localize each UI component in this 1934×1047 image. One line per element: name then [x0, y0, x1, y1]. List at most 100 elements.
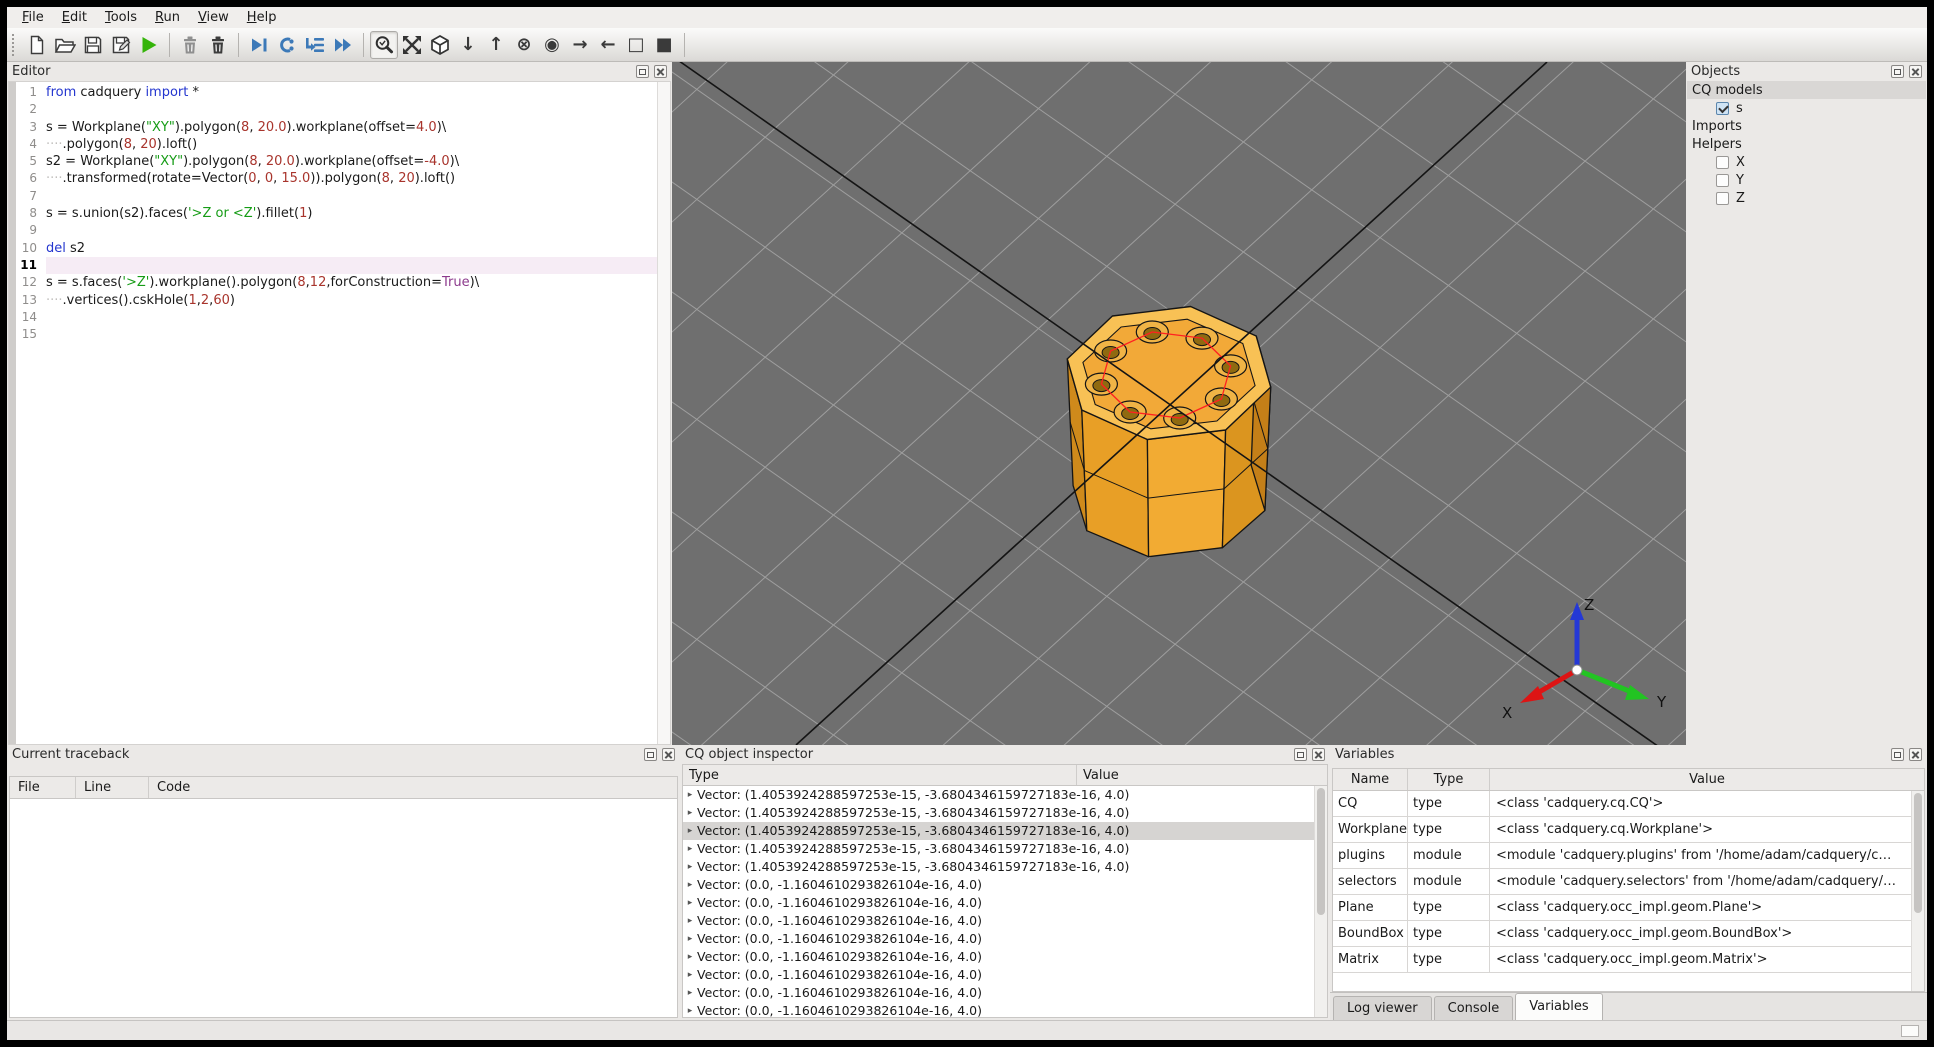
- objects-close-button[interactable]: [1909, 65, 1922, 78]
- inspector-row[interactable]: ▸ Vector: (1.4053924288597253e-15, -3.680…: [683, 822, 1314, 840]
- inspector-col-type[interactable]: Type: [683, 765, 1077, 785]
- variables-col-value[interactable]: Value: [1490, 769, 1924, 790]
- variables-col-name[interactable]: Name: [1333, 769, 1408, 790]
- inspector-row[interactable]: ▸ Vector: (0.0, -1.1604610293826104e-16, …: [683, 966, 1314, 984]
- menu-help[interactable]: Help: [238, 8, 286, 27]
- inspector-row[interactable]: ▸ Vector: (0.0, -1.1604610293826104e-16, …: [683, 912, 1314, 930]
- save-button[interactable]: [79, 31, 107, 59]
- inspector-row[interactable]: ▸ Vector: (1.4053924288597253e-15, -3.680…: [683, 786, 1314, 804]
- variables-close-button[interactable]: [1909, 748, 1922, 761]
- traceback-col-file[interactable]: File: [10, 777, 76, 798]
- variable-row[interactable]: plugins module <module 'cadquery.plugins' …: [1333, 843, 1924, 869]
- variable-row[interactable]: CQ type <class 'cadquery.cq.CQ'>: [1333, 791, 1924, 817]
- expand-arrow-icon[interactable]: ▸: [683, 894, 697, 912]
- editor-vertical-scrollbar[interactable]: [657, 82, 670, 744]
- wireframe-button[interactable]: □: [622, 31, 650, 59]
- inspector-row[interactable]: ▸ Vector: (1.4053924288597253e-15, -3.680…: [683, 858, 1314, 876]
- new-file-button[interactable]: [23, 31, 51, 59]
- save-as-button[interactable]: [107, 31, 135, 59]
- menu-file[interactable]: File: [13, 8, 53, 27]
- variable-row[interactable]: Workplane type <class 'cadquery.cq.Workpla…: [1333, 817, 1924, 843]
- expand-arrow-icon[interactable]: ▸: [683, 984, 697, 1002]
- code-editor[interactable]: 1 from cadquery import * 2 3 s = Workplane("…: [8, 81, 671, 745]
- variable-row[interactable]: BoundBox type <class 'cadquery.occ_impl.ge…: [1333, 921, 1924, 947]
- objects-item-z[interactable]: Z: [1687, 189, 1926, 207]
- traceback-col-line[interactable]: Line: [76, 777, 149, 798]
- debug-continue-button[interactable]: [329, 31, 357, 59]
- fit-all-button[interactable]: [398, 31, 426, 59]
- variables-scrollbar-thumb[interactable]: [1914, 793, 1922, 913]
- inspector-row[interactable]: ▸ Vector: (0.0, -1.1604610293826104e-16, …: [683, 984, 1314, 1002]
- debug-run-button[interactable]: [245, 31, 273, 59]
- inspector-row[interactable]: ▸ Vector: (1.4053924288597253e-15, -3.680…: [683, 840, 1314, 858]
- menu-view[interactable]: View: [189, 8, 238, 27]
- variable-row[interactable]: selectors module <module 'cadquery.selecto…: [1333, 869, 1924, 895]
- clean-console-button[interactable]: [176, 31, 204, 59]
- toolbar-drag-handle[interactable]: [12, 33, 18, 56]
- inspector-col-value[interactable]: Value: [1077, 765, 1327, 785]
- menu-tools[interactable]: Tools: [96, 8, 146, 27]
- tab-console[interactable]: Console: [1433, 996, 1514, 1020]
- editor-float-button[interactable]: [636, 65, 649, 78]
- traceback-col-code[interactable]: Code: [149, 777, 677, 798]
- checkbox-z[interactable]: [1716, 191, 1729, 205]
- checkbox-x[interactable]: [1716, 155, 1729, 169]
- checkbox-y[interactable]: [1716, 173, 1729, 187]
- inspector-row[interactable]: ▸ Vector: (0.0, -1.1604610293826104e-16, …: [683, 876, 1314, 894]
- inspector-float-button[interactable]: [1294, 748, 1307, 761]
- objects-group-imports[interactable]: Imports: [1687, 117, 1926, 135]
- debug-step-into-button[interactable]: [301, 31, 329, 59]
- view-front-button[interactable]: ⊗: [510, 31, 538, 59]
- expand-arrow-icon[interactable]: ▸: [683, 912, 697, 930]
- iso-view-button[interactable]: [426, 31, 454, 59]
- shaded-button[interactable]: ■: [650, 31, 678, 59]
- inspector-close-button[interactable]: [1312, 748, 1325, 761]
- variables-float-button[interactable]: [1891, 748, 1904, 761]
- editor-close-button[interactable]: [654, 65, 667, 78]
- debug-step-button[interactable]: [273, 31, 301, 59]
- inspector-scrollbar[interactable]: [1314, 786, 1327, 1017]
- expand-arrow-icon[interactable]: ▸: [683, 858, 697, 876]
- inspector-row[interactable]: ▸ Vector: (0.0, -1.1604610293826104e-16, …: [683, 948, 1314, 966]
- expand-arrow-icon[interactable]: ▸: [683, 822, 697, 840]
- checkbox-s[interactable]: [1716, 101, 1729, 115]
- objects-item-x[interactable]: X: [1687, 153, 1926, 171]
- viewport-canvas[interactable]: Z X Y: [672, 62, 1686, 745]
- open-file-button[interactable]: [51, 31, 79, 59]
- variable-row[interactable]: Plane type <class 'cadquery.occ_impl.geom.…: [1333, 895, 1924, 921]
- render-run-button[interactable]: [135, 31, 163, 59]
- expand-arrow-icon[interactable]: ▸: [683, 876, 697, 894]
- variables-col-type[interactable]: Type: [1408, 769, 1490, 790]
- delete-all-button[interactable]: [204, 31, 232, 59]
- resize-grip[interactable]: [1901, 1025, 1919, 1037]
- 3d-viewport[interactable]: Z X Y: [672, 62, 1686, 745]
- objects-item-y[interactable]: Y: [1687, 171, 1926, 189]
- variable-row[interactable]: Matrix type <class 'cadquery.occ_impl.geom…: [1333, 947, 1924, 973]
- expand-arrow-icon[interactable]: ▸: [683, 804, 697, 822]
- menu-run[interactable]: Run: [146, 8, 189, 27]
- tab-variables[interactable]: Variables: [1515, 993, 1603, 1020]
- expand-arrow-icon[interactable]: ▸: [683, 840, 697, 858]
- variables-scrollbar[interactable]: [1911, 791, 1924, 991]
- inspector-row[interactable]: ▸ Vector: (0.0, -1.1604610293826104e-16, …: [683, 930, 1314, 948]
- objects-float-button[interactable]: [1891, 65, 1904, 78]
- expand-arrow-icon[interactable]: ▸: [683, 930, 697, 948]
- view-left-button[interactable]: ←: [594, 31, 622, 59]
- view-right-button[interactable]: →: [566, 31, 594, 59]
- expand-arrow-icon[interactable]: ▸: [683, 1002, 697, 1017]
- menu-edit[interactable]: Edit: [53, 8, 96, 27]
- traceback-close-button[interactable]: [662, 748, 675, 761]
- view-bottom-button[interactable]: ↓: [454, 31, 482, 59]
- code-area[interactable]: 1 from cadquery import * 2 3 s = Workplane("…: [16, 84, 657, 343]
- view-top-button[interactable]: ↑: [482, 31, 510, 59]
- view-back-button[interactable]: ◉: [538, 31, 566, 59]
- traceback-float-button[interactable]: [644, 748, 657, 761]
- objects-item-s[interactable]: s: [1687, 99, 1926, 117]
- expand-arrow-icon[interactable]: ▸: [683, 966, 697, 984]
- objects-group-cq-models[interactable]: CQ models: [1687, 81, 1926, 99]
- inspector-scrollbar-thumb[interactable]: [1317, 788, 1325, 916]
- inspector-row[interactable]: ▸ Vector: (0.0, -1.1604610293826104e-16, …: [683, 1002, 1314, 1017]
- tab-log-viewer[interactable]: Log viewer: [1333, 996, 1432, 1020]
- zoom-magnifier-button[interactable]: [370, 30, 398, 59]
- inspector-row[interactable]: ▸ Vector: (1.4053924288597253e-15, -3.680…: [683, 804, 1314, 822]
